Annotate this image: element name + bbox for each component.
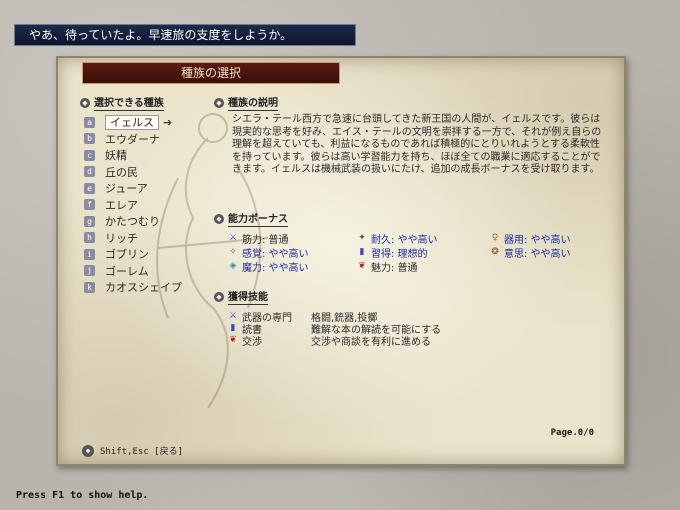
page-indicator: Page.0/0 xyxy=(550,428,594,438)
race-name: かたつむり xyxy=(105,215,160,229)
book-icon: ▮ xyxy=(359,247,365,257)
race-key: g xyxy=(84,215,95,227)
race-name: ゴーレム xyxy=(105,264,149,278)
race-item-lich[interactable]: h リッチ xyxy=(84,230,224,247)
race-item-eulderna[interactable]: b エウダーナ xyxy=(84,131,224,148)
race-item-elea[interactable]: f エレア xyxy=(84,197,224,214)
bonus-learning: ▮ 習得: 理想的 xyxy=(357,246,490,260)
bonus-text: 魔力: やや高い xyxy=(242,262,309,274)
message-text: やあ、待っていたよ。早速旅の支度をしようか。 xyxy=(29,28,293,42)
race-key: h xyxy=(84,232,95,244)
back-hint[interactable]: ◆ Shift,Esc [戻る] xyxy=(82,444,183,457)
race-key: e xyxy=(84,182,95,194)
bonus-charisma: ❦ 魅力: 普通 xyxy=(357,260,490,274)
weapon-icon: ⚔ xyxy=(228,311,238,321)
race-key: a xyxy=(84,116,95,128)
attribute-bonus-grid: ⚔ 筋力: 普通 ✦ 耐久: やや高い ♀ 器用: やや高い ✧ 感覚: やや高… xyxy=(228,232,608,274)
sword-icon: ⚔ xyxy=(228,233,238,243)
bonus-text: 感覚: やや高い xyxy=(242,248,309,260)
race-item-goblin[interactable]: i ゴブリン xyxy=(84,246,224,263)
panel-title-text: 種族の選択 xyxy=(180,66,241,80)
bonus-heading: ◆ 能力ボーナス xyxy=(214,210,288,227)
panel-title: 種族の選択 xyxy=(82,62,340,84)
acquired-skills: ⚔ 武器の専門 格闘,銃器,投擲 ▮ 読書 難解な本の解読を可能にする ❦ 交渉… xyxy=(228,310,608,348)
description-heading-label: 種族の説明 xyxy=(228,94,278,111)
back-hint-text: Shift,Esc [戻る] xyxy=(100,447,184,457)
race-list: a イェルス ➜ b エウダーナ c 妖精 d 丘の民 e ジューア f エレア… xyxy=(84,114,224,296)
race-name: 丘の民 xyxy=(105,165,138,179)
race-name: ジューア xyxy=(105,182,148,196)
help-prompt: Press F1 to show help. xyxy=(16,490,149,501)
bonus-magic: ◈ 魔力: やや高い xyxy=(228,260,357,274)
race-key: d xyxy=(84,166,95,178)
gear-icon: ♀ xyxy=(491,233,499,243)
race-key: k xyxy=(84,281,95,293)
race-name: カオスシェイプ xyxy=(105,281,182,295)
race-name: 妖精 xyxy=(105,149,127,163)
race-name: ゴブリン xyxy=(105,248,149,262)
race-item-chaos-shape[interactable]: k カオスシェイプ xyxy=(84,279,224,296)
skills-heading-label: 獲得技能 xyxy=(228,288,268,305)
race-key: f xyxy=(84,199,95,211)
eye-icon: ✧ xyxy=(229,247,237,257)
race-item-yerles[interactable]: a イェルス ➜ xyxy=(84,114,224,131)
selection-cursor-icon: ➜ xyxy=(163,115,173,129)
bonus-perception: ✧ 感覚: やや高い xyxy=(228,246,357,260)
bonus-dexterity: ♀ 器用: やや高い xyxy=(490,232,608,246)
race-name: エウダーナ xyxy=(105,132,160,146)
bonus-will: ❂ 意思: やや高い xyxy=(490,246,608,260)
race-item-golem[interactable]: j ゴーレム xyxy=(84,263,224,280)
bonus-text: 筋力: 普通 xyxy=(242,234,289,246)
race-key: c xyxy=(84,149,95,161)
charm-icon: ❦ xyxy=(358,261,366,271)
book-icon: ▮ xyxy=(230,323,236,333)
skill-row: ❦ 交渉 交渉や商談を有利に進める xyxy=(228,334,608,348)
bonus-constitution: ✦ 耐久: やや高い xyxy=(357,232,490,246)
description-heading: ◆ 種族の説明 xyxy=(214,94,278,111)
section-bullet-icon: ◆ xyxy=(214,213,224,224)
race-name: イェルス xyxy=(105,114,159,130)
race-list-heading-label: 選択できる種族 xyxy=(94,94,164,111)
will-icon: ❂ xyxy=(491,247,499,257)
section-bullet-icon: ◆ xyxy=(214,291,224,302)
message-bar: やあ、待っていたよ。早速旅の支度をしようか。 xyxy=(14,24,356,46)
skill-name: 交渉 xyxy=(242,336,262,348)
race-description: シエラ・テール西方で急速に台頭してきた新王国の人間が、イェルスです。彼らは現実的… xyxy=(232,114,602,175)
bonus-strength: ⚔ 筋力: 普通 xyxy=(228,232,357,246)
bonus-text: 魅力: 普通 xyxy=(371,262,418,274)
race-name: リッチ xyxy=(105,231,138,245)
race-list-heading: ◆ 選択できる種族 xyxy=(80,94,164,111)
section-bullet-icon: ◆ xyxy=(80,97,90,108)
armor-icon: ✦ xyxy=(358,233,366,243)
bonus-text: 習得: 理想的 xyxy=(371,248,428,260)
skills-heading: ◆ 獲得技能 xyxy=(214,288,268,305)
bonus-text: 器用: やや高い xyxy=(504,234,571,246)
key-hint-icon: ◆ xyxy=(82,444,94,457)
magic-icon: ◈ xyxy=(229,261,237,271)
race-selection-panel: 種族の選択 ◆ 選択できる種族 ◆ 種族の説明 a イェルス ➜ b エウダーナ… xyxy=(56,56,626,466)
race-key: j xyxy=(84,265,95,277)
skill-description: 交渉や商談を有利に進める xyxy=(311,336,431,348)
negotiation-icon: ❦ xyxy=(229,335,237,345)
race-key: i xyxy=(84,248,95,260)
race-key: b xyxy=(84,133,95,145)
race-item-dwarf[interactable]: d 丘の民 xyxy=(84,164,224,181)
bonus-heading-label: 能力ボーナス xyxy=(228,210,288,227)
bonus-text: 耐久: やや高い xyxy=(371,234,438,246)
race-item-fairy[interactable]: c 妖精 xyxy=(84,147,224,164)
race-item-snail[interactable]: g かたつむり xyxy=(84,213,224,230)
race-name: エレア xyxy=(105,198,138,212)
bonus-text: 意思: やや高い xyxy=(504,248,571,260)
race-item-juere[interactable]: e ジューア xyxy=(84,180,224,197)
section-bullet-icon: ◆ xyxy=(214,97,224,108)
